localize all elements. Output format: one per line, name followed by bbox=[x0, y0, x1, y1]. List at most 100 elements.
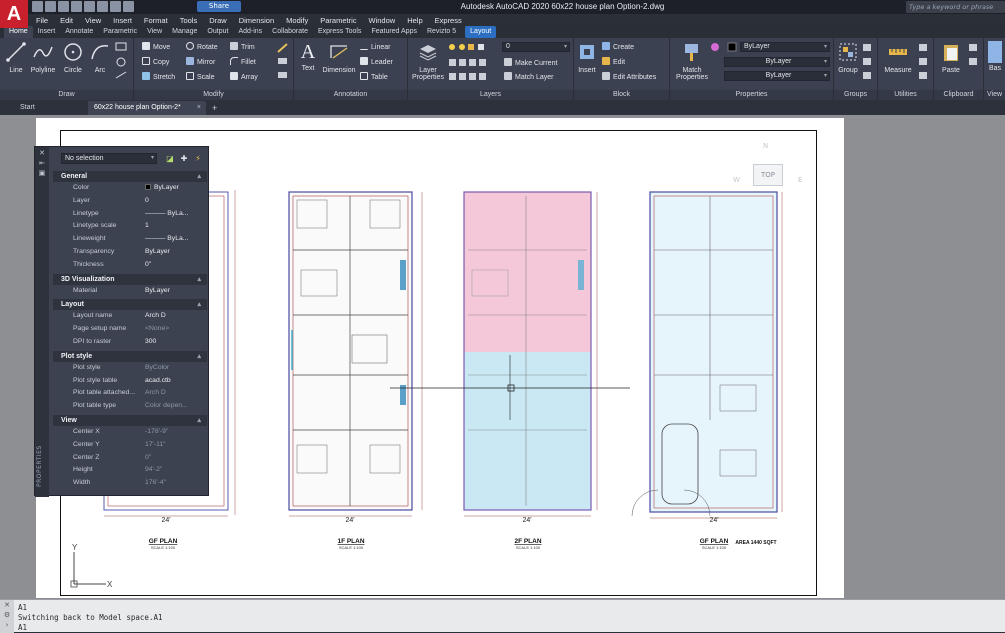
copy-button[interactable]: Copy bbox=[142, 57, 169, 68]
property-row[interactable]: Linetype scale 1 bbox=[53, 220, 207, 233]
menu-view[interactable]: View bbox=[79, 14, 107, 26]
tab-manage[interactable]: Manage bbox=[167, 26, 202, 38]
leader-button[interactable]: Leader bbox=[360, 57, 393, 68]
properties-panel-label[interactable]: Properties bbox=[670, 90, 833, 100]
close-command-line-icon[interactable]: ✕ bbox=[0, 600, 14, 610]
property-value[interactable]: Arch D bbox=[145, 310, 166, 323]
properties-section-header[interactable]: View bbox=[53, 414, 207, 426]
group-button[interactable]: Group bbox=[836, 41, 860, 74]
property-value[interactable]: ByLayer bbox=[145, 285, 170, 298]
command-line[interactable]: ✕ ⚙ › A1 Switching back to Model space.A… bbox=[0, 599, 1005, 633]
lineweight-dropdown[interactable]: ByLayer bbox=[724, 71, 830, 81]
menu-window[interactable]: Window bbox=[363, 14, 402, 26]
property-row[interactable]: Material ByLayer bbox=[53, 285, 207, 298]
property-row[interactable]: Transparency ByLayer bbox=[53, 246, 207, 259]
tab-revizto[interactable]: Revizto 5 bbox=[422, 26, 461, 38]
search-input[interactable]: Type a keyword or phrase bbox=[906, 1, 1005, 13]
property-value[interactable]: 1 bbox=[145, 220, 149, 233]
property-row[interactable]: Plot table attached... Arch D bbox=[53, 387, 207, 400]
tab-layout[interactable]: Layout bbox=[465, 26, 497, 38]
menu-parametric[interactable]: Parametric bbox=[314, 14, 362, 26]
property-value[interactable]: <None> bbox=[145, 323, 169, 336]
close-tab-icon[interactable]: × bbox=[197, 101, 201, 115]
tab-add-ins[interactable]: Add-ins bbox=[233, 26, 267, 38]
tab-output[interactable]: Output bbox=[202, 26, 233, 38]
application-menu-button[interactable]: A bbox=[0, 0, 28, 28]
property-row[interactable]: Center X -178'-9" bbox=[53, 426, 207, 439]
block-panel-label[interactable]: Block bbox=[574, 90, 669, 100]
new-tab-button[interactable]: + bbox=[210, 101, 224, 115]
property-value[interactable]: Color depen... bbox=[145, 400, 188, 413]
property-row[interactable]: Lineweight ——— ByLa... bbox=[53, 233, 207, 246]
create-block-button[interactable]: Create bbox=[602, 42, 634, 53]
properties-section-header[interactable]: Layout bbox=[53, 299, 207, 311]
property-row[interactable]: Page setup name <None> bbox=[53, 323, 207, 336]
menu-draw[interactable]: Draw bbox=[203, 14, 233, 26]
close-palette-icon[interactable]: ✕ bbox=[38, 150, 46, 157]
make-current-button[interactable]: Make Current bbox=[504, 58, 557, 69]
plan-2f[interactable] bbox=[390, 191, 630, 517]
property-row[interactable]: Center Z 0" bbox=[53, 452, 207, 465]
property-value[interactable]: 0 bbox=[145, 195, 149, 208]
viewcube-top-face[interactable]: TOP bbox=[753, 164, 783, 186]
plan-1f[interactable] bbox=[288, 191, 423, 517]
tab-parametric[interactable]: Parametric bbox=[98, 26, 142, 38]
menu-dimension[interactable]: Dimension bbox=[233, 14, 280, 26]
property-row[interactable]: Plot style ByColor bbox=[53, 362, 207, 375]
menu-file[interactable]: File bbox=[30, 14, 54, 26]
plan-gf-right[interactable] bbox=[631, 191, 783, 519]
mirror-button[interactable]: Mirror bbox=[186, 57, 215, 68]
toggle-pickadd-icon[interactable]: ◪ bbox=[165, 154, 175, 163]
move-button[interactable]: Move bbox=[142, 42, 170, 53]
quick-select-icon[interactable]: ⚡ bbox=[193, 154, 203, 163]
array-button[interactable]: Array bbox=[230, 72, 258, 83]
selection-dropdown[interactable]: No selection bbox=[61, 153, 157, 164]
menu-tools[interactable]: Tools bbox=[174, 14, 204, 26]
menu-insert[interactable]: Insert bbox=[107, 14, 138, 26]
color-dropdown[interactable]: ByLayer bbox=[740, 42, 830, 52]
start-tab[interactable]: Start bbox=[14, 101, 82, 115]
table-button[interactable]: Table bbox=[360, 72, 388, 83]
tab-featured-apps[interactable]: Featured Apps bbox=[366, 26, 422, 38]
layer-state-icons[interactable] bbox=[448, 42, 506, 52]
viewcube-north[interactable]: N bbox=[763, 142, 768, 150]
command-input[interactable]: A1 bbox=[18, 623, 27, 632]
clipboard-extra-icons[interactable] bbox=[968, 42, 980, 82]
select-objects-icon[interactable]: ✚ bbox=[179, 154, 189, 163]
property-row[interactable]: Plot style table acad.ctb bbox=[53, 375, 207, 388]
base-view-button[interactable]: Bas bbox=[986, 41, 1004, 72]
paste-button[interactable]: Paste bbox=[936, 41, 966, 74]
properties-palette[interactable]: ✕ ⇤ ▣ PROPERTIES No selection ◪ ✚ ⚡ Gene… bbox=[34, 146, 209, 497]
linetype-dropdown[interactable]: ByLayer bbox=[724, 57, 830, 67]
edit-attributes-button[interactable]: Edit Attributes bbox=[602, 72, 656, 83]
properties-section-header[interactable]: General bbox=[53, 171, 207, 182]
menu-help[interactable]: Help bbox=[401, 14, 428, 26]
layer-tool-icons[interactable] bbox=[448, 57, 508, 83]
text-button[interactable]: A Text bbox=[296, 41, 320, 72]
clipboard-panel-label[interactable]: Clipboard bbox=[934, 90, 983, 100]
property-value[interactable]: -178'-9" bbox=[145, 426, 168, 439]
property-value[interactable]: 17'-11" bbox=[145, 439, 166, 452]
layers-panel-label[interactable]: Layers bbox=[408, 90, 573, 100]
property-row[interactable]: Layout name Arch D bbox=[53, 310, 207, 323]
menu-express[interactable]: Express bbox=[429, 14, 468, 26]
property-value[interactable]: ByLayer bbox=[145, 246, 170, 259]
property-row[interactable]: Thickness 0" bbox=[53, 259, 207, 272]
modify-extra-icons[interactable] bbox=[276, 42, 290, 82]
palette-options-icon[interactable]: ▣ bbox=[38, 170, 46, 177]
property-row[interactable]: Color ByLayer bbox=[53, 182, 207, 195]
line-button[interactable]: Line bbox=[4, 41, 28, 74]
property-row[interactable]: Height 94'-2" bbox=[53, 464, 207, 477]
property-value[interactable]: ——— ByLa... bbox=[145, 233, 188, 246]
property-value[interactable]: 0" bbox=[145, 259, 151, 272]
group-extra-icons[interactable] bbox=[862, 42, 874, 82]
utilities-panel-label[interactable]: Utilities bbox=[878, 90, 933, 100]
view-cube[interactable]: N W TOP E bbox=[733, 136, 808, 196]
tab-view[interactable]: View bbox=[142, 26, 167, 38]
stretch-button[interactable]: Stretch bbox=[142, 72, 175, 83]
property-value[interactable]: 0" bbox=[145, 452, 151, 465]
drawing-tab[interactable]: 60x22 house plan Option-2* × bbox=[88, 101, 206, 115]
property-value[interactable]: 94'-2" bbox=[145, 464, 162, 477]
groups-panel-label[interactable]: Groups bbox=[834, 90, 877, 100]
tab-annotate[interactable]: Annotate bbox=[60, 26, 98, 38]
